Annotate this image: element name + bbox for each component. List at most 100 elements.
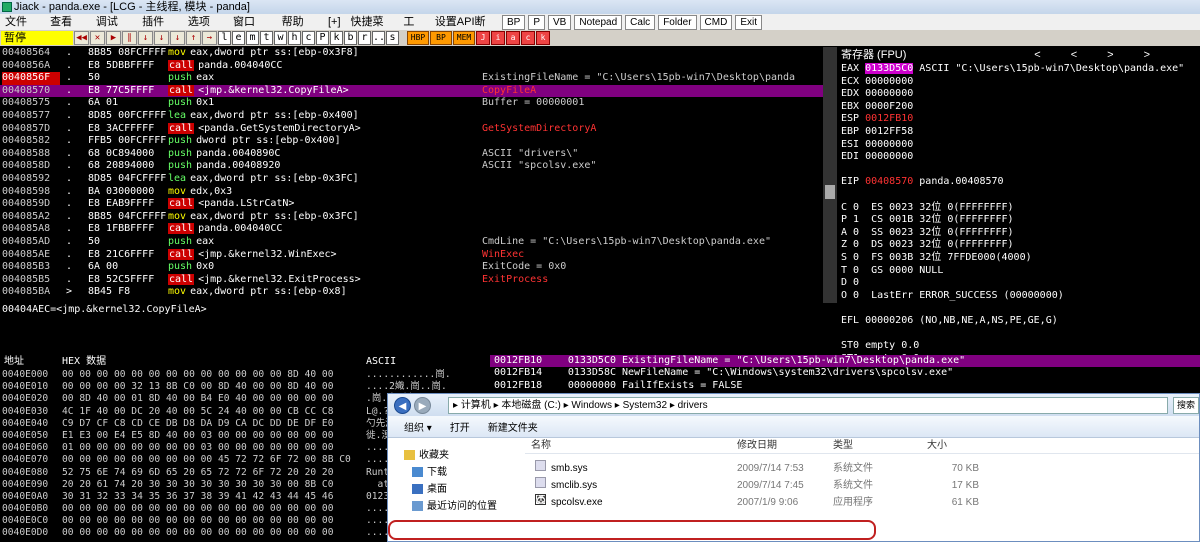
toolbar-plugin-icon[interactable]: a bbox=[506, 31, 520, 45]
toolbar-icon[interactable]: ↓ bbox=[138, 31, 153, 45]
toolbar-window-button[interactable]: m bbox=[246, 31, 259, 45]
breadcrumb-separator-icon[interactable]: ▸ bbox=[667, 400, 678, 411]
toolbar-window-button[interactable]: k bbox=[330, 31, 343, 45]
plugin-button[interactable]: Folder bbox=[658, 14, 697, 30]
register-line[interactable] bbox=[838, 164, 1200, 177]
toolbar-window-button[interactable]: t bbox=[260, 31, 273, 45]
menu-item[interactable]: 帮助(H) bbox=[277, 14, 323, 44]
menu-item[interactable]: 查看(V) bbox=[45, 14, 91, 44]
toolbar-window-button[interactable]: h bbox=[288, 31, 301, 45]
plugin-button[interactable]: CMD bbox=[699, 14, 733, 30]
sidebar-item[interactable]: 下载 bbox=[412, 465, 447, 481]
menu-item[interactable]: 快捷菜单 bbox=[346, 14, 399, 44]
stack-row[interactable]: 0012FB14 0133D58C NewFileName = "C:\Window… bbox=[490, 367, 1200, 379]
register-line[interactable]: T 0 GS 0000 NULL bbox=[838, 265, 1200, 278]
toolbar-plugin-icon[interactable]: MEM bbox=[453, 31, 475, 45]
breadcrumb-separator-icon[interactable]: ▸ bbox=[491, 400, 502, 411]
menu-item[interactable]: 窗口(W) bbox=[228, 14, 277, 44]
breadcrumb-separator-icon[interactable]: ▸ bbox=[612, 400, 623, 411]
plugin-button[interactable]: P bbox=[528, 14, 546, 30]
menu-item[interactable]: 选项(T) bbox=[183, 14, 228, 44]
file-row[interactable]: 🐼 spcolsv.exe 2007/1/9 9:06 应用程序 61 KB bbox=[525, 494, 985, 511]
disasm-row[interactable]: 0040856F. 50 push eax ExistingFileName = "C:… bbox=[0, 72, 823, 85]
toolbar-icon[interactable]: ✕ bbox=[90, 31, 105, 45]
disasm-row[interactable]: 004085A8. E8 1FBBFFFF call panda.004040CC bbox=[0, 223, 823, 236]
toolbar-window-button[interactable]: ... bbox=[372, 31, 391, 45]
breadcrumb-item[interactable]: System32 bbox=[623, 400, 667, 411]
disasm-row[interactable]: 004085AD. 50 push eax CmdLine = "C:\Users\15… bbox=[0, 236, 823, 249]
column-header[interactable]: 名称 bbox=[531, 438, 551, 454]
file-row[interactable]: smb.sys 2009/7/14 7:53 系统文件 70 KB bbox=[525, 460, 985, 477]
register-line[interactable]: C 0 ES 0023 32位 0(FFFFFFFF) bbox=[838, 202, 1200, 215]
breadcrumb-item[interactable]: 本地磁盘 (C:) bbox=[501, 400, 560, 411]
register-line[interactable]: EBX 0000F200 bbox=[838, 101, 1200, 114]
menu-item[interactable]: 工具 bbox=[398, 14, 429, 44]
toolbar-plugin-icon[interactable]: HBP bbox=[407, 31, 429, 45]
registers-pane[interactable]: 寄存器 (FPU) <<>> EAX 0133D5C0 ASCII "C:\Us… bbox=[838, 47, 1200, 376]
toolbar-plugin-icon[interactable]: c bbox=[521, 31, 535, 45]
plugin-button[interactable]: Notepad bbox=[574, 14, 623, 30]
stack-pane[interactable]: 0012FB10 0133D5C0 ExistingFileName = "C:\U… bbox=[490, 355, 1200, 395]
column-header[interactable]: 大小 bbox=[927, 438, 947, 454]
file-row[interactable]: smclib.sys 2009/7/14 7:45 系统文件 17 KB bbox=[525, 477, 985, 494]
register-line[interactable]: EFL 00000206 (NO,NB,NE,A,NS,PE,GE,G) bbox=[838, 315, 1200, 328]
toolbar-icon[interactable]: ↓ bbox=[170, 31, 185, 45]
scroll-thumb[interactable] bbox=[825, 185, 835, 199]
toolbar-icon[interactable]: → bbox=[202, 31, 217, 45]
disasm-row[interactable]: 004085B3. 6A 00 push 0x0 ExitCode = 0x0 bbox=[0, 261, 823, 274]
toolbar-icon[interactable]: ∥ bbox=[122, 31, 137, 45]
breadcrumb-item[interactable]: drivers bbox=[678, 400, 708, 411]
register-line[interactable]: EBP 0012FF58 bbox=[838, 126, 1200, 139]
stack-row[interactable]: 0012FB10 0133D5C0 ExistingFileName = "C:\U… bbox=[490, 355, 1200, 368]
menu-item[interactable]: 插件(P) bbox=[137, 14, 183, 44]
toolbar-plugin-icon[interactable]: J bbox=[476, 31, 490, 45]
disasm-row[interactable]: 004085A2. 8B85 04FCFFFF mov eax,dword ptr s… bbox=[0, 211, 823, 224]
disasm-row[interactable]: 0040858D. 68 20894000 push panda.00408920 AS… bbox=[0, 160, 823, 173]
disasm-row[interactable]: 0040859D. E8 EAB9FFFF call <panda.LStrCatN> bbox=[0, 198, 823, 211]
menu-item[interactable]: 设置API断点 bbox=[430, 14, 500, 44]
menu-item[interactable]: 文件(F) bbox=[0, 14, 45, 44]
column-header[interactable]: 类型 bbox=[833, 438, 853, 454]
plugin-button[interactable]: Exit bbox=[735, 14, 762, 30]
toolbar-window-button[interactable]: s bbox=[386, 31, 399, 45]
disasm-row[interactable]: 00408582. FFB5 00FCFFFF push dword ptr ss:[… bbox=[0, 135, 823, 148]
toolbar-window-button[interactable]: r bbox=[358, 31, 371, 45]
disasm-row[interactable]: 0040856A. E8 5DBBFFFF call panda.004040CC bbox=[0, 59, 823, 73]
register-line[interactable] bbox=[838, 189, 1200, 202]
disassembly-pane[interactable]: 00408564. 8B85 08FCFFFF mov eax,dword ptr s… bbox=[0, 47, 823, 303]
menu-item[interactable]: 调试(D) bbox=[91, 14, 137, 44]
disasm-row[interactable]: 00408592. 8D85 04FCFFFF lea eax,dword ptr s… bbox=[0, 173, 823, 186]
sidebar-item[interactable]: 桌面 bbox=[412, 482, 447, 498]
plugin-button[interactable]: Calc bbox=[625, 14, 656, 30]
toolbar-plugin-icon[interactable]: BP bbox=[430, 31, 452, 45]
toolbar-window-button[interactable]: e bbox=[232, 31, 245, 45]
disasm-row[interactable]: 00408588. 68 0C894000 push panda.0040890C AS… bbox=[0, 148, 823, 161]
disasm-row[interactable]: 00408564. 8B85 08FCFFFF mov eax,dword ptr s… bbox=[0, 47, 823, 60]
register-nav-arrows[interactable]: <<>> bbox=[1034, 47, 1180, 63]
disassembly-scrollbar[interactable] bbox=[823, 47, 837, 303]
register-line[interactable]: ECX 00000000 bbox=[838, 76, 1200, 89]
toolbar-icon[interactable]: ▶ bbox=[106, 31, 121, 45]
register-line[interactable]: Z 0 DS 0023 32位 0(FFFFFFFF) bbox=[838, 239, 1200, 252]
register-line[interactable]: EAX 0133D5C0 ASCII "C:\Users\15pb-win7\D… bbox=[838, 63, 1200, 76]
disasm-row[interactable]: 00408570. E8 77C5FFFF call <jmp.&kernel32.C… bbox=[0, 84, 823, 98]
breadcrumb-item[interactable]: 计算机 bbox=[461, 400, 491, 411]
breadcrumb-item[interactable]: Windows bbox=[571, 400, 612, 411]
register-line[interactable]: S 0 FS 003B 32位 7FFDE000(4000) bbox=[838, 252, 1200, 265]
disasm-row[interactable]: 00408577. 8D85 00FCFFFF lea eax,dword ptr s… bbox=[0, 110, 823, 123]
toolbar-window-button[interactable]: b bbox=[344, 31, 357, 45]
breadcrumb-separator-icon[interactable]: ▸ bbox=[453, 400, 461, 411]
register-line[interactable]: O 0 LastErr ERROR_SUCCESS (00000000) bbox=[838, 290, 1200, 303]
search-box[interactable]: 搜索 bbox=[1173, 397, 1199, 414]
toolbar-plugin-icon[interactable]: i bbox=[491, 31, 505, 45]
register-line[interactable] bbox=[838, 302, 1200, 315]
column-header[interactable]: 修改日期 bbox=[737, 438, 777, 454]
register-line[interactable]: A 0 SS 0023 32位 0(FFFFFFFF) bbox=[838, 227, 1200, 240]
toolbar-window-button[interactable]: w bbox=[274, 31, 287, 45]
toolbar-window-button[interactable]: c bbox=[302, 31, 315, 45]
dump-row[interactable]: 0040E000 00 00 00 00 00 00 00 00 00 00 00… bbox=[0, 369, 490, 381]
toolbar-icon[interactable]: ↑ bbox=[186, 31, 201, 45]
command-button[interactable]: 组织 ▾ bbox=[404, 419, 432, 434]
toolbar-icon[interactable]: ↓ bbox=[154, 31, 169, 45]
register-line[interactable]: P 1 CS 001B 32位 0(FFFFFFFF) bbox=[838, 214, 1200, 227]
